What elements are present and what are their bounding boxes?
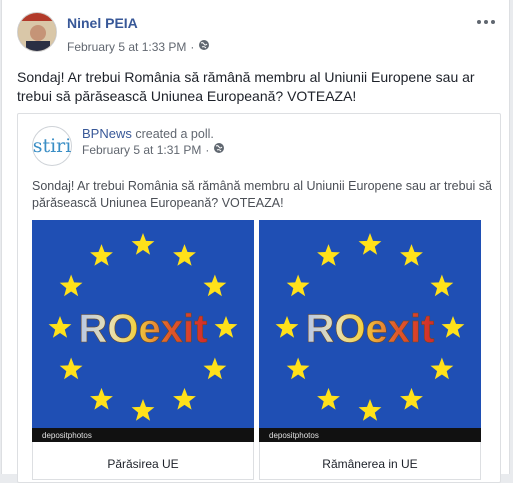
post-meta: February 5 at 1:33 PM · bbox=[67, 39, 210, 54]
page-name[interactable]: BPNews bbox=[82, 126, 132, 141]
author-avatar[interactable] bbox=[17, 12, 57, 52]
author-name[interactable]: Ninel PEIA bbox=[67, 15, 138, 31]
more-options-icon[interactable] bbox=[477, 16, 497, 28]
poll-option-label[interactable]: Rămânerea in UE bbox=[259, 457, 481, 471]
poll-option-2[interactable]: ROexit depositphotos Rămânerea in UE bbox=[259, 220, 481, 480]
shared-timestamp[interactable]: February 5 at 1:31 PM bbox=[82, 143, 201, 157]
shared-message: Sondaj! Ar trebui România să rămână memb… bbox=[32, 179, 492, 210]
page-avatar-text: stiri bbox=[32, 135, 72, 157]
globe-icon[interactable] bbox=[198, 39, 210, 54]
post-timestamp[interactable]: February 5 at 1:33 PM bbox=[67, 40, 186, 54]
poll-option-label[interactable]: Părăsirea UE bbox=[32, 457, 254, 471]
shared-meta: February 5 at 1:31 PM · bbox=[82, 142, 225, 157]
eu-flag-graphic: ROexit depositphotos bbox=[32, 220, 254, 442]
page-avatar[interactable]: stiri bbox=[32, 126, 72, 166]
poll-option-1[interactable]: ROexit depositphotos Părăsirea UE bbox=[32, 220, 254, 480]
roexit-text: ROexit bbox=[306, 307, 435, 351]
shared-poll-post[interactable]: stiri BPNews created a poll. February 5 … bbox=[17, 113, 501, 483]
watermark-text: depositphotos bbox=[269, 431, 319, 440]
watermark-text: depositphotos bbox=[42, 431, 92, 440]
shared-action-text: created a poll. bbox=[131, 127, 214, 141]
post-message: Sondaj! Ar trebui România să rămână memb… bbox=[17, 69, 475, 104]
roexit-text: ROexit bbox=[79, 307, 208, 351]
globe-icon[interactable] bbox=[213, 142, 225, 157]
eu-flag-image: ROexit depositphotos bbox=[259, 220, 481, 442]
shared-header-line: BPNews created a poll. bbox=[82, 126, 214, 141]
facebook-post: Ninel PEIA February 5 at 1:33 PM · Sonda… bbox=[1, 0, 510, 483]
post-header: Ninel PEIA February 5 at 1:33 PM · bbox=[17, 12, 499, 56]
eu-flag-image: ROexit depositphotos bbox=[32, 220, 254, 442]
eu-flag-graphic: ROexit depositphotos bbox=[259, 220, 481, 442]
